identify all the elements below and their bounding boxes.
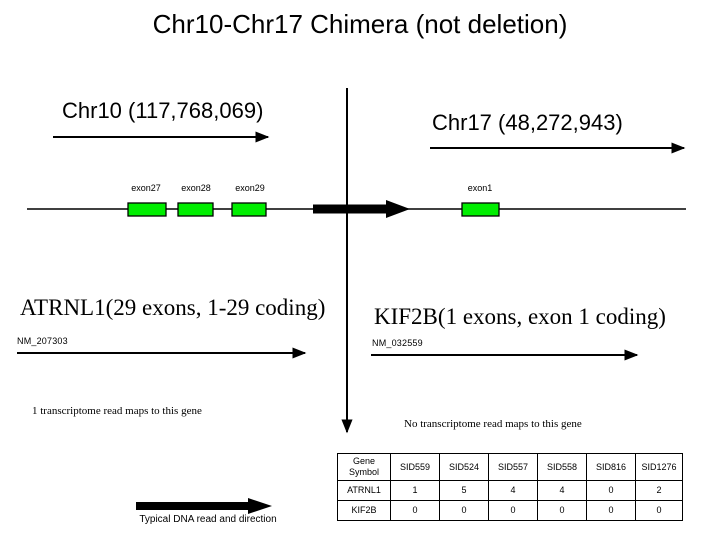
table-header-gene-symbol: Gene Symbol (337, 453, 391, 481)
legend-caption: Typical DNA read and direction (139, 514, 277, 525)
gene-symbol-right: KIF2B (374, 304, 438, 329)
table-cell-value: 0 (439, 500, 489, 521)
table-cell-value: 4 (488, 480, 538, 501)
table-row: ATRNL1 1 5 4 4 0 2 (337, 480, 683, 501)
chromosome-label-right: Chr17 (48,272,943) (432, 110, 623, 135)
table-cell-value: 0 (390, 500, 440, 521)
table-header-sid557: SID557 (488, 453, 538, 481)
legend-dna-read-arrow (136, 498, 272, 514)
read-note-right: No transcriptome read maps to this gene (404, 418, 582, 430)
table-cell-value: 0 (586, 480, 636, 501)
sid-read-count-table: Gene Symbol SID559 SID524 SID557 SID558 … (337, 453, 683, 521)
slide-canvas: Chr10-Chr17 Chimera (not deletion) Chr10… (0, 0, 720, 540)
table-cell-value: 2 (635, 480, 683, 501)
gene-title-right: KIF2B(1 exons, exon 1 coding) (374, 303, 666, 330)
table-header-sid558: SID558 (537, 453, 587, 481)
table-cell-value: 1 (390, 480, 440, 501)
read-note-left: 1 transcriptome read maps to this gene (32, 405, 202, 417)
gene-detail-right: (1 exons, exon 1 coding) (437, 304, 666, 329)
exon-box-exon28 (177, 202, 214, 217)
chromosome-label-left: Chr10 (117,768,069) (62, 98, 264, 123)
gene-symbol-left: ATRNL1 (20, 295, 106, 320)
table-header-sid524: SID524 (439, 453, 489, 481)
table-cell-value: 0 (586, 500, 636, 521)
page-title: Chr10-Chr17 Chimera (not deletion) (152, 9, 568, 39)
table-row: KIF2B 0 0 0 0 0 0 (337, 500, 683, 521)
exon-label-exon29: exon29 (235, 183, 265, 193)
table-header-sid1276: SID1276 (635, 453, 683, 481)
dna-read-arrow-junction (313, 200, 410, 218)
exon-label-exon1: exon1 (467, 183, 493, 193)
accession-right: NM_032559 (372, 338, 423, 348)
table-cell-value: 0 (537, 500, 587, 521)
exon-box-exon29 (231, 202, 267, 217)
table-cell-value: 4 (537, 480, 587, 501)
table-header-sid559: SID559 (390, 453, 440, 481)
exon-box-exon27 (127, 202, 167, 217)
table-cell-value: 0 (635, 500, 683, 521)
accession-left: NM_207303 (17, 336, 68, 346)
table-cell-gene: KIF2B (337, 500, 391, 521)
table-header-row: Gene Symbol SID559 SID524 SID557 SID558 … (337, 453, 683, 481)
exon-box-exon1 (461, 202, 500, 217)
table-header-sid816: SID816 (586, 453, 636, 481)
table-cell-value: 0 (488, 500, 538, 521)
table-cell-value: 5 (439, 480, 489, 501)
gene-title-left: ATRNL1(29 exons, 1-29 coding) (20, 294, 325, 321)
table-cell-gene: ATRNL1 (337, 480, 391, 501)
gene-detail-left: (29 exons, 1-29 coding) (105, 295, 326, 320)
exon-label-exon28: exon28 (181, 183, 211, 193)
